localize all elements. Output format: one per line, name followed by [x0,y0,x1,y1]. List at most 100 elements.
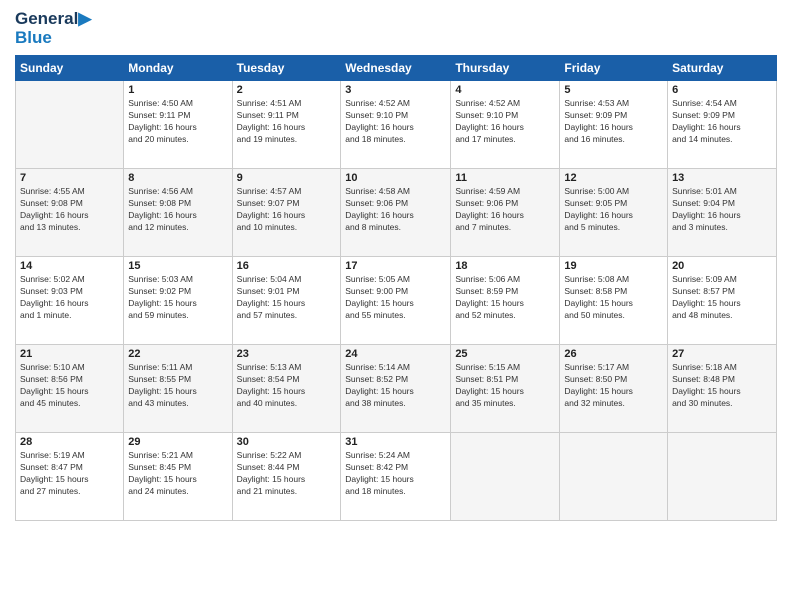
calendar-cell: 17Sunrise: 5:05 AM Sunset: 9:00 PM Dayli… [341,257,451,345]
calendar-cell: 13 Sunrise: 5:01 AM Sunset: 9:04 PM Dayli… [668,169,777,257]
day-info: Sunrise: 5:04 AM Sunset: 9:01 PM Dayligh… [237,274,337,322]
day-number: 25 [455,348,555,360]
day-info: Sunrise: 4:50 AM Sunset: 9:11 PM Dayligh… [128,98,227,146]
calendar-cell [16,81,124,169]
calendar-cell: 21 Sunrise: 5:10 AM Sunset: 8:56 PM Dayli… [16,345,124,433]
day-info: Sunrise: 5:19 AM Sunset: 8:47 PM Dayligh… [20,450,119,498]
day-number: 15 [128,260,227,272]
calendar-cell: 23 Sunrise: 5:13 AM Sunset: 8:54 PM Dayli… [232,345,341,433]
day-number: 2 [237,84,337,96]
calendar-cell: 25 Sunrise: 5:15 AM Sunset: 8:51 PM Dayli… [451,345,560,433]
day-number: 19 [564,260,663,272]
calendar-cell: 22 Sunrise: 5:11 AM Sunset: 8:55 PM Dayli… [124,345,232,433]
day-number: 12 [564,172,663,184]
day-info: Sunrise: 4:58 AM Sunset: 9:06 PM Dayligh… [345,186,446,234]
day-number: 8 [128,172,227,184]
day-number: 6 [672,84,772,96]
day-info: Sunrise: 4:55 AM Sunset: 9:08 PM Dayligh… [20,186,119,234]
calendar-week-row: 28 Sunrise: 5:19 AM Sunset: 8:47 PM Dayli… [16,433,777,521]
day-info: Sunrise: 5:00 AM Sunset: 9:05 PM Dayligh… [564,186,663,234]
calendar-cell: 15 Sunrise: 5:03 AM Sunset: 9:02 PM Dayli… [124,257,232,345]
calendar-cell: 29 Sunrise: 5:21 AM Sunset: 8:45 PM Dayli… [124,433,232,521]
calendar-cell: 5Sunrise: 4:53 AM Sunset: 9:09 PM Daylig… [560,81,668,169]
day-number: 9 [237,172,337,184]
day-number: 22 [128,348,227,360]
calendar-cell: 16 Sunrise: 5:04 AM Sunset: 9:01 PM Dayli… [232,257,341,345]
day-number: 28 [20,436,119,448]
day-info: Sunrise: 4:59 AM Sunset: 9:06 PM Dayligh… [455,186,555,234]
calendar-cell: 14Sunrise: 5:02 AM Sunset: 9:03 PM Dayli… [16,257,124,345]
day-info: Sunrise: 5:17 AM Sunset: 8:50 PM Dayligh… [564,362,663,410]
logo-text: General▶ Blue [15,10,91,47]
calendar-cell: 19Sunrise: 5:08 AM Sunset: 8:58 PM Dayli… [560,257,668,345]
calendar-week-row: 7 Sunrise: 4:55 AM Sunset: 9:08 PM Daylig… [16,169,777,257]
calendar-cell: 28 Sunrise: 5:19 AM Sunset: 8:47 PM Dayli… [16,433,124,521]
day-info: Sunrise: 5:11 AM Sunset: 8:55 PM Dayligh… [128,362,227,410]
calendar-cell: 27 Sunrise: 5:18 AM Sunset: 8:48 PM Dayli… [668,345,777,433]
day-info: Sunrise: 5:22 AM Sunset: 8:44 PM Dayligh… [237,450,337,498]
weekday-header: Sunday [16,56,124,81]
day-number: 5 [564,84,663,96]
calendar-cell: 9 Sunrise: 4:57 AM Sunset: 9:07 PM Daylig… [232,169,341,257]
day-info: Sunrise: 5:01 AM Sunset: 9:04 PM Dayligh… [672,186,772,234]
calendar-cell: 1 Sunrise: 4:50 AM Sunset: 9:11 PM Daylig… [124,81,232,169]
day-number: 17 [345,260,446,272]
day-info: Sunrise: 5:15 AM Sunset: 8:51 PM Dayligh… [455,362,555,410]
day-number: 4 [455,84,555,96]
calendar-page: General▶ Blue SundayMondayTuesdayWednesd… [0,0,792,612]
day-number: 24 [345,348,446,360]
day-number: 29 [128,436,227,448]
calendar-cell: 31 Sunrise: 5:24 AM Sunset: 8:42 PM Dayli… [341,433,451,521]
day-info: Sunrise: 4:52 AM Sunset: 9:10 PM Dayligh… [345,98,446,146]
day-info: Sunrise: 5:03 AM Sunset: 9:02 PM Dayligh… [128,274,227,322]
day-number: 7 [20,172,119,184]
calendar-cell [560,433,668,521]
day-number: 10 [345,172,446,184]
calendar-cell: 11 Sunrise: 4:59 AM Sunset: 9:06 PM Dayli… [451,169,560,257]
calendar-table: SundayMondayTuesdayWednesdayThursdayFrid… [15,55,777,521]
calendar-week-row: 21 Sunrise: 5:10 AM Sunset: 8:56 PM Dayli… [16,345,777,433]
calendar-cell: 12 Sunrise: 5:00 AM Sunset: 9:05 PM Dayli… [560,169,668,257]
day-info: Sunrise: 5:13 AM Sunset: 8:54 PM Dayligh… [237,362,337,410]
calendar-cell: 6 Sunrise: 4:54 AM Sunset: 9:09 PM Daylig… [668,81,777,169]
day-number: 21 [20,348,119,360]
calendar-cell: 18Sunrise: 5:06 AM Sunset: 8:59 PM Dayli… [451,257,560,345]
day-info: Sunrise: 4:56 AM Sunset: 9:08 PM Dayligh… [128,186,227,234]
day-number: 1 [128,84,227,96]
calendar-cell: 2Sunrise: 4:51 AM Sunset: 9:11 PM Daylig… [232,81,341,169]
calendar-cell: 20 Sunrise: 5:09 AM Sunset: 8:57 PM Dayli… [668,257,777,345]
day-info: Sunrise: 5:14 AM Sunset: 8:52 PM Dayligh… [345,362,446,410]
calendar-cell: 30 Sunrise: 5:22 AM Sunset: 8:44 PM Dayli… [232,433,341,521]
calendar-cell [668,433,777,521]
calendar-week-row: 1 Sunrise: 4:50 AM Sunset: 9:11 PM Daylig… [16,81,777,169]
day-number: 16 [237,260,337,272]
calendar-cell: 7 Sunrise: 4:55 AM Sunset: 9:08 PM Daylig… [16,169,124,257]
day-number: 27 [672,348,772,360]
calendar-cell: 26Sunrise: 5:17 AM Sunset: 8:50 PM Dayli… [560,345,668,433]
day-number: 23 [237,348,337,360]
logo: General▶ Blue [15,10,91,47]
calendar-week-row: 14Sunrise: 5:02 AM Sunset: 9:03 PM Dayli… [16,257,777,345]
day-info: Sunrise: 4:57 AM Sunset: 9:07 PM Dayligh… [237,186,337,234]
day-info: Sunrise: 4:54 AM Sunset: 9:09 PM Dayligh… [672,98,772,146]
day-info: Sunrise: 5:21 AM Sunset: 8:45 PM Dayligh… [128,450,227,498]
weekday-header: Friday [560,56,668,81]
day-info: Sunrise: 5:18 AM Sunset: 8:48 PM Dayligh… [672,362,772,410]
day-number: 30 [237,436,337,448]
weekday-header: Monday [124,56,232,81]
day-number: 20 [672,260,772,272]
weekday-header: Wednesday [341,56,451,81]
calendar-cell: 8 Sunrise: 4:56 AM Sunset: 9:08 PM Daylig… [124,169,232,257]
day-info: Sunrise: 5:09 AM Sunset: 8:57 PM Dayligh… [672,274,772,322]
day-info: Sunrise: 5:24 AM Sunset: 8:42 PM Dayligh… [345,450,446,498]
day-info: Sunrise: 5:10 AM Sunset: 8:56 PM Dayligh… [20,362,119,410]
day-number: 3 [345,84,446,96]
day-number: 11 [455,172,555,184]
calendar-cell: 3 Sunrise: 4:52 AM Sunset: 9:10 PM Daylig… [341,81,451,169]
day-number: 31 [345,436,446,448]
header: General▶ Blue [15,10,777,47]
day-number: 13 [672,172,772,184]
calendar-cell: 24 Sunrise: 5:14 AM Sunset: 8:52 PM Dayli… [341,345,451,433]
calendar-cell: 4 Sunrise: 4:52 AM Sunset: 9:10 PM Daylig… [451,81,560,169]
day-info: Sunrise: 4:52 AM Sunset: 9:10 PM Dayligh… [455,98,555,146]
